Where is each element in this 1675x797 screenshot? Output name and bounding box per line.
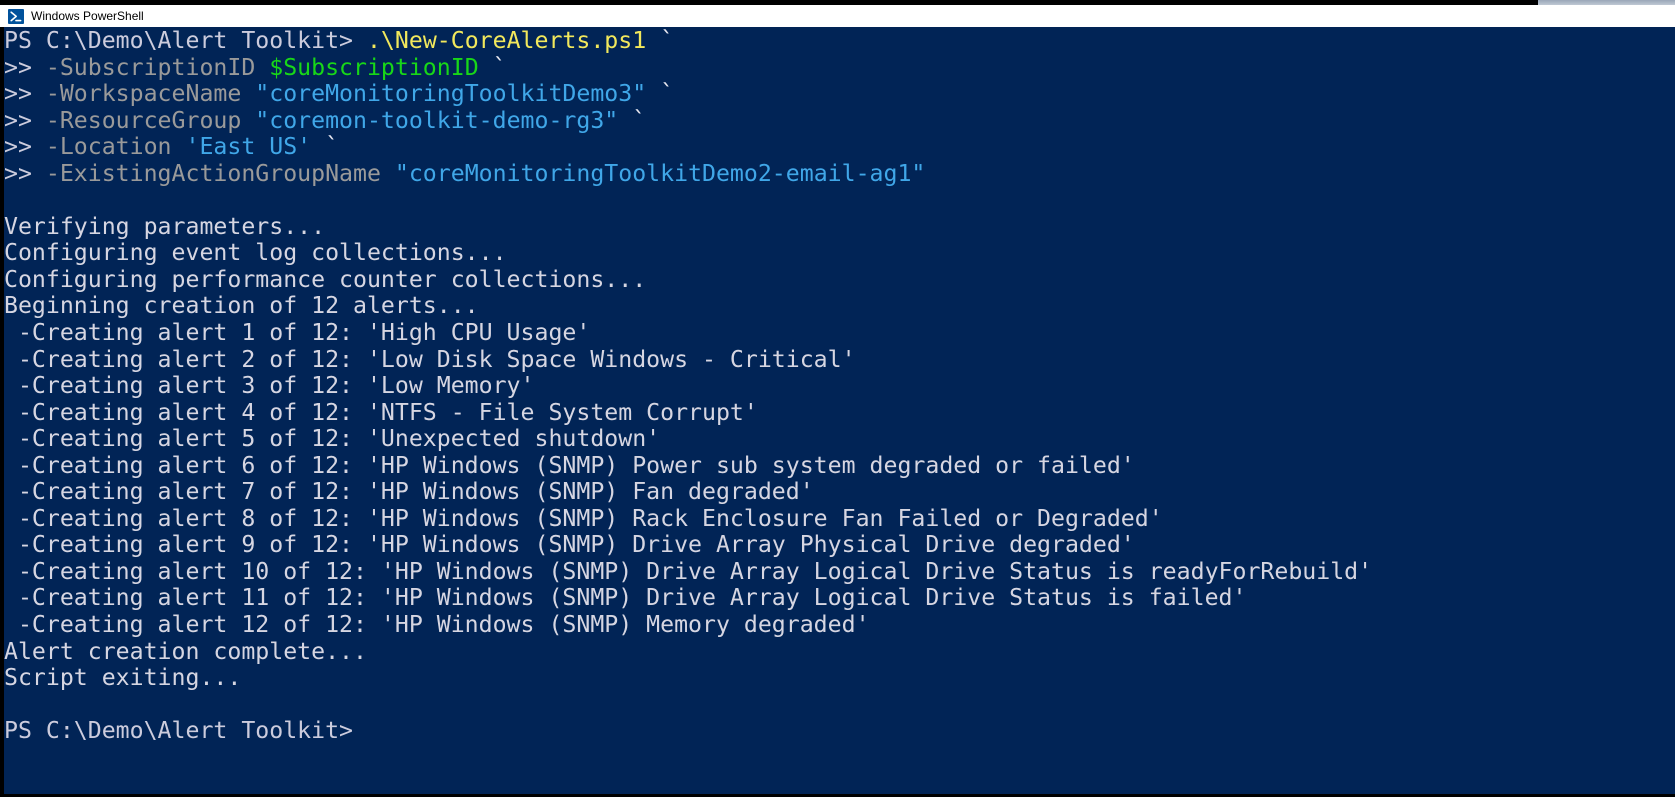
output-line-alert: -Creating alert 3 of 12: 'Low Memory' [4,372,535,400]
console-output-area[interactable]: PS C:\Demo\Alert Toolkit> .\New-CoreAler… [4,27,1675,794]
parameter-value: "coremon-toolkit-demo-rg3" [255,106,619,134]
output-line: Configuring performance counter collecti… [4,265,647,293]
line-continuation-tick: ` [646,27,675,54]
output-line-alert: -Creating alert 2 of 12: 'Low Disk Space… [4,345,856,373]
continuation-marker: >> [4,53,32,81]
output-line-alert: -Creating alert 12 of 12: 'HP Windows (S… [4,611,870,639]
output-line-alert: -Creating alert 8 of 12: 'HP Windows (SN… [4,504,1163,532]
window-title: Windows PowerShell [31,9,144,23]
console-frame: PS C:\Demo\Alert Toolkit> .\New-CoreAler… [0,27,1675,797]
parameter-value: $SubscriptionID [269,53,479,81]
parameter-line: >> -ResourceGroup "coremon-toolkit-demo-… [4,106,1675,135]
script-invocation: .\New-CoreAlerts.ps1 [353,27,647,54]
output-line: Beginning creation of 12 alerts... [4,292,479,320]
output-line-alert: -Creating alert 7 of 12: 'HP Windows (SN… [4,478,814,506]
output-line-alert: -Creating alert 5 of 12: 'Unexpected shu… [4,425,661,453]
output-line-alert: -Creating alert 6 of 12: 'HP Windows (SN… [4,451,1135,479]
output-line-alert: -Creating alert 11 of 12: 'HP Windows (S… [4,584,1247,612]
line-continuation-tick: ` [478,53,507,81]
output-line: Configuring event log collections... [4,239,507,267]
output-line-alert: -Creating alert 4 of 12: 'NTFS - File Sy… [4,398,758,426]
output-line-alert: -Creating alert 1 of 12: 'High CPU Usage… [4,319,591,347]
parameter-name: -SubscriptionID [31,53,270,81]
continuation-marker: >> [4,80,32,108]
parameter-line: >> -WorkspaceName "coreMonitoringToolkit… [4,80,1675,108]
output-line: Alert creation complete... [4,637,367,665]
continuation-marker: >> [4,133,32,161]
output-line: Verifying parameters... [4,212,326,240]
continuation-marker: >> [4,106,32,134]
parameter-name: -Location [31,133,186,161]
line-continuation-tick: ` [646,80,675,108]
parameter-line: >> -SubscriptionID $SubscriptionID ` [4,53,1675,82]
powershell-window: Windows PowerShell PS C:\Demo\Alert Tool… [0,0,1675,797]
powershell-icon [8,8,24,24]
final-prompt-line[interactable]: PS C:\Demo\Alert Toolkit> [4,717,1675,745]
parameter-value: "coreMonitoringToolkitDemo2-email-ag1" [394,159,926,187]
parameter-line: >> -ExistingActionGroupName "coreMonitor… [4,159,1675,188]
parameter-value: "coreMonitoringToolkitDemo3" [255,80,647,108]
output-line-alert: -Creating alert 10 of 12: 'HP Windows (S… [4,557,1373,585]
output-line-alert: -Creating alert 9 of 12: 'HP Windows (SN… [4,531,1135,559]
output-line: Script exiting... [4,664,242,692]
parameter-line: >> -Location 'East US' ` [4,133,1675,161]
prompt-text: PS C:\Demo\Alert Toolkit> [4,717,354,745]
command-prompt-line: PS C:\Demo\Alert Toolkit> .\New-CoreAler… [4,27,1675,55]
continuation-marker: >> [4,159,32,187]
parameter-name: -ResourceGroup [31,106,256,134]
line-continuation-tick: ` [618,106,647,134]
parameter-name: -WorkspaceName [31,80,256,108]
line-continuation-tick: ` [311,133,340,161]
parameter-name: -ExistingActionGroupName [31,159,395,187]
title-bar[interactable]: Windows PowerShell [0,5,1675,27]
prompt-text: PS C:\Demo\Alert Toolkit> [4,27,354,54]
parameter-value: 'East US' [185,133,312,161]
